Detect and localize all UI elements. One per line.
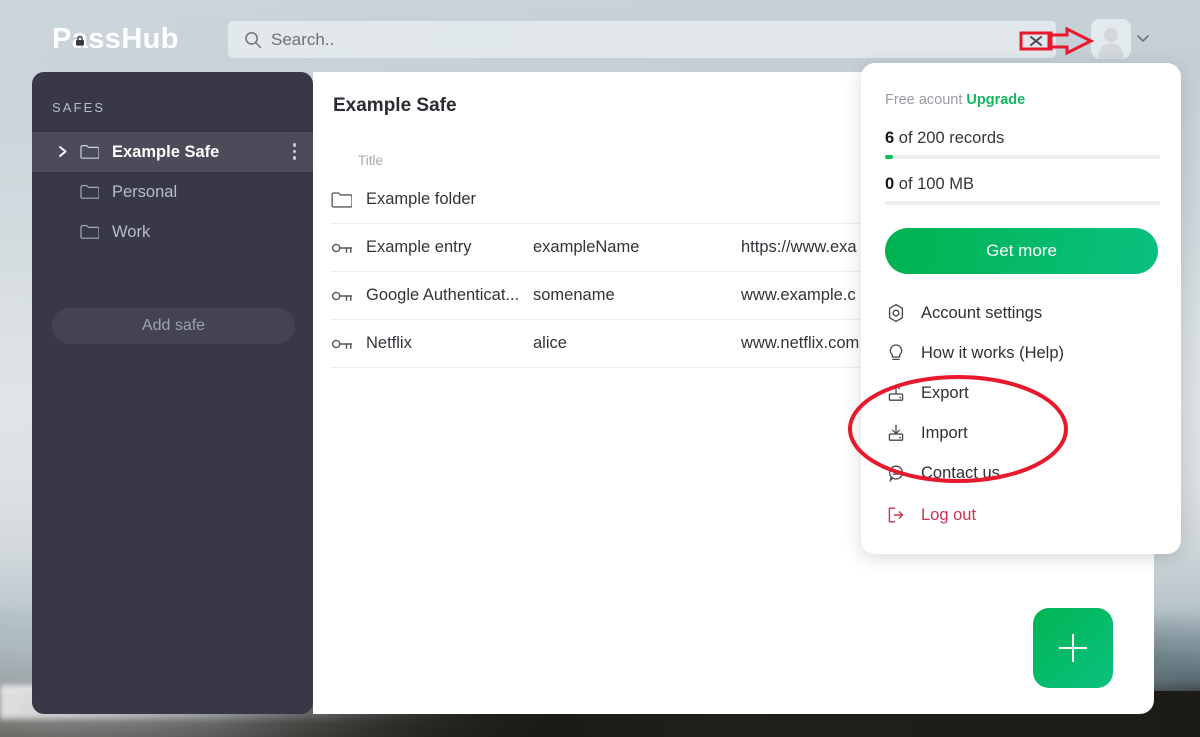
add-entry-button[interactable] [1033,608,1113,688]
storage-total: of 100 MB [894,175,974,193]
menu-item-export[interactable]: Export [861,373,1181,413]
sidebar-item-label: Work [112,222,151,241]
search-input[interactable]: Search.. [228,21,1056,58]
safe-list: Example Safe Personal Work [32,132,313,252]
row-title: Example folder [366,190,477,208]
menu-item-contact-us[interactable]: Contact us [861,453,1181,493]
account-dropdown-panel: Free acount Upgrade 6 of 200 records 0 of… [861,63,1181,554]
records-used: 6 [885,129,895,147]
sidebar-section-title: SAFES [52,100,106,115]
key-icon [331,289,366,303]
import-download-icon [885,422,907,444]
key-icon [331,337,366,351]
search-placeholder: Search.. [271,29,335,49]
logo-letter-a-with-lock: a [72,23,89,56]
records-total: of 200 records [894,129,1005,147]
menu-item-import[interactable]: Import [861,413,1181,453]
account-type-row: Free acount Upgrade [885,92,1025,108]
storage-quota: 0 of 100 MB [885,175,1160,205]
app-logo[interactable]: Pa ssHub [52,23,179,56]
sidebar-item-example-safe[interactable]: Example Safe [32,132,313,172]
chevron-down-icon[interactable] [1136,31,1150,45]
menu-item-label: Log out [921,505,977,524]
row-username: alice [533,334,567,352]
lock-icon [76,36,84,47]
sidebar-item-label: Example Safe [112,142,220,161]
menu-item-label: Contact us [921,463,1000,482]
sidebar-item-label: Personal [112,182,178,201]
row-username: exampleName [533,238,640,256]
export-upload-icon [885,382,907,404]
records-quota-text: 6 of 200 records [885,129,1160,148]
safe-options-menu-icon[interactable] [292,143,296,160]
folder-icon [80,225,99,239]
account-menu: Account settings How it works (Help) Exp… [861,293,1181,535]
menu-item-label: How it works (Help) [921,343,1065,362]
sidebar-item-work[interactable]: Work [32,212,313,252]
key-icon [331,241,366,255]
avatar[interactable] [1091,19,1131,59]
storage-progress-bar [885,201,1160,205]
menu-item-label: Export [921,383,969,402]
folder-icon [331,191,366,208]
storage-quota-text: 0 of 100 MB [885,175,1160,194]
logout-icon [885,504,907,526]
gear-icon [885,302,907,324]
chat-bubble-icon [885,462,907,484]
lightbulb-icon [885,342,907,364]
row-title: Google Authenticat... [366,286,520,304]
folder-icon [80,145,99,159]
get-more-button[interactable]: Get more [885,228,1158,274]
column-header-title: Title [358,152,384,168]
folder-icon [80,185,99,199]
menu-item-log-out[interactable]: Log out [861,495,1181,535]
records-progress-fill [885,155,894,159]
menu-item-label: Account settings [921,303,1043,322]
menu-item-label: Import [921,423,968,442]
menu-item-how-it-works[interactable]: How it works (Help) [861,333,1181,373]
records-quota: 6 of 200 records [885,129,1160,159]
avatar-head [1104,28,1118,42]
page-title: Example Safe [333,95,457,116]
chevron-right-icon[interactable] [57,145,69,158]
row-username: somename [533,286,615,304]
storage-used: 0 [885,175,895,193]
menu-item-account-settings[interactable]: Account settings [861,293,1181,333]
logo-text-before: P [52,23,72,55]
records-progress-bar [885,155,1160,159]
sidebar: SAFES Example Safe Personal Work Add saf… [32,72,313,714]
upgrade-link[interactable]: Upgrade [966,92,1025,108]
logo-text-after: ssHub [88,23,179,55]
avatar-body [1098,43,1124,59]
sidebar-item-personal[interactable]: Personal [32,172,313,212]
row-title: Netflix [366,334,412,352]
add-safe-button[interactable]: Add safe [52,308,295,344]
search-icon [245,31,262,48]
account-type-label: Free acount [885,92,963,108]
row-title: Example entry [366,238,472,256]
